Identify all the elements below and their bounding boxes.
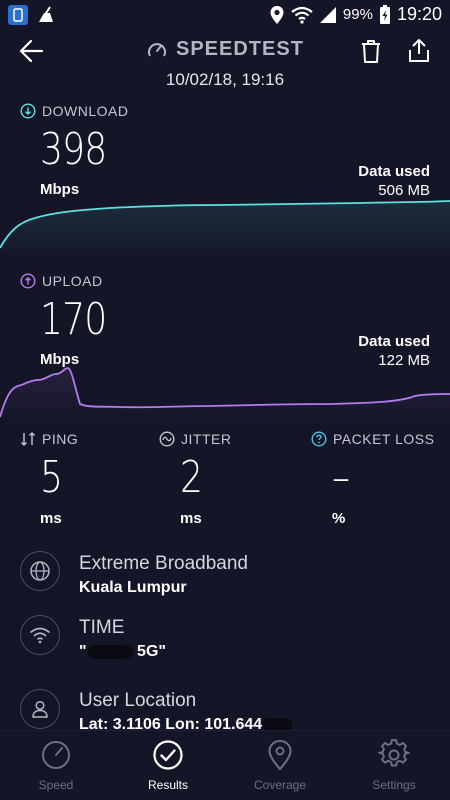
nav-coverage-label: Coverage	[253, 778, 307, 792]
page-title: SPEEDTEST	[176, 38, 304, 60]
speedometer-icon	[148, 42, 166, 56]
ping-icon	[21, 432, 35, 446]
ping-unit: ms	[40, 510, 62, 527]
speedometer-icon	[42, 741, 70, 769]
upload-label: UPLOAD	[20, 273, 103, 289]
jitter-icon	[159, 431, 175, 447]
download-graph	[0, 200, 450, 260]
app-header: SPEEDTEST	[0, 32, 450, 70]
network-ssid-suffix: 5G"	[132, 643, 166, 660]
status-icons: 99% 19:20	[269, 4, 442, 25]
cleaner-icon	[39, 6, 53, 22]
jitter-unit: ms	[180, 510, 202, 527]
header-title: SPEEDTEST	[146, 38, 304, 61]
nav-results-label: Results	[147, 778, 188, 792]
download-label-text: DOWNLOAD	[42, 103, 129, 119]
upload-icon	[20, 273, 36, 289]
battery-percent: 99%	[342, 6, 373, 23]
user-icon	[32, 700, 48, 718]
nav-settings-label: Settings	[372, 778, 416, 792]
server-globe-badge	[20, 551, 60, 591]
network-ssid: " 5G"	[79, 643, 166, 661]
upload-graph	[0, 367, 450, 422]
nav-settings[interactable]: Settings	[338, 731, 450, 800]
server-location: Kuala Lumpur	[79, 579, 187, 596]
battery-charging-icon	[379, 4, 390, 24]
upload-value: 170	[40, 294, 107, 345]
gear-icon	[378, 739, 410, 767]
jitter-label-text: JITTER	[181, 431, 232, 447]
wifi-icon	[29, 627, 51, 644]
download-label: DOWNLOAD	[20, 103, 128, 119]
network-provider: TIME	[79, 617, 125, 638]
status-bar: 99% 19:20	[0, 0, 450, 32]
nav-speed[interactable]: Speed	[0, 731, 112, 800]
nav-coverage[interactable]: Coverage	[224, 731, 336, 800]
packet-loss-label-text: PACKET LOSS	[333, 431, 435, 447]
ping-value: 5	[40, 452, 63, 503]
nav-speed-label: Speed	[38, 778, 74, 792]
notification-icons	[8, 5, 56, 25]
packet-loss-label[interactable]: PACKET LOSS	[311, 431, 434, 447]
wifi-icon	[291, 6, 313, 24]
trash-icon[interactable]	[360, 38, 382, 64]
bottom-navigation: Speed Results Coverage Settings	[0, 730, 450, 800]
test-datetime: 10/02/18, 19:16	[165, 70, 285, 89]
upload-data-used-label: Data used	[358, 333, 430, 350]
check-circle-icon	[153, 740, 183, 770]
network-wifi-badge	[20, 615, 60, 655]
packet-loss-value: –	[332, 452, 350, 503]
download-data-used-label: Data used	[358, 163, 430, 180]
network-ssid-prefix: "	[79, 643, 87, 660]
map-pin-icon	[268, 739, 292, 771]
packet-loss-unit: %	[332, 510, 346, 527]
location-user-badge	[20, 689, 60, 729]
app-notification-icon	[8, 5, 28, 25]
location-title: User Location	[79, 690, 197, 711]
back-arrow-icon[interactable]	[18, 38, 44, 64]
jitter-label: JITTER	[159, 431, 231, 447]
jitter-value: 2	[180, 452, 203, 503]
signal-icon	[319, 6, 336, 23]
upload-label-text: UPLOAD	[42, 273, 103, 289]
download-icon	[20, 103, 36, 119]
nav-results[interactable]: Results	[112, 731, 224, 800]
help-icon[interactable]	[311, 431, 327, 447]
download-value: 398	[40, 124, 107, 175]
location-icon	[270, 5, 284, 24]
server-name: Extreme Broadband	[79, 553, 248, 574]
redaction	[86, 644, 133, 659]
ping-label: PING	[20, 431, 78, 447]
share-icon[interactable]	[407, 37, 431, 63]
globe-icon	[30, 561, 50, 581]
clock: 19:20	[396, 4, 442, 24]
ping-label-text: PING	[42, 431, 79, 447]
